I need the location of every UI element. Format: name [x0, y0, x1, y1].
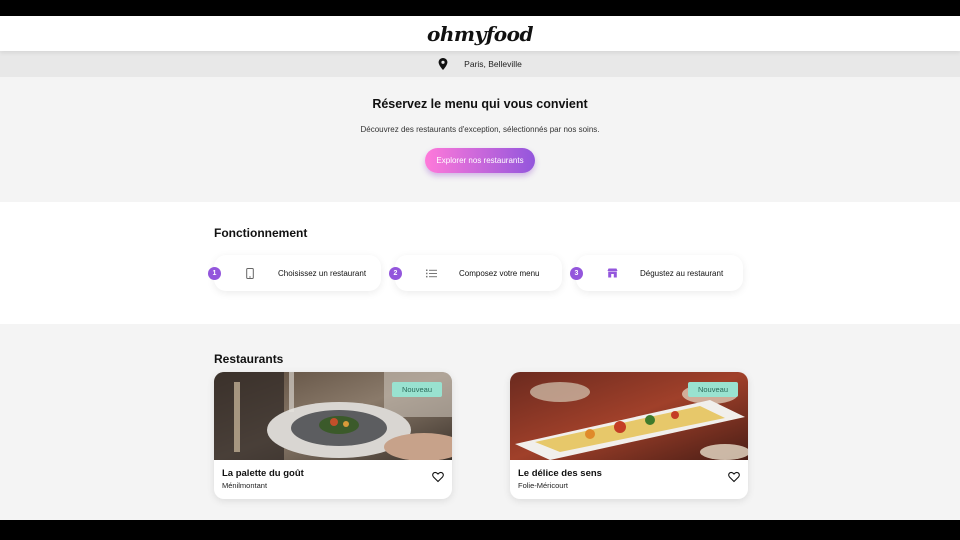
steps-list: 1 Choisissez un restaurant 2 Composez vo… [208, 255, 960, 291]
step-label: Composez votre menu [459, 268, 540, 278]
hero-title: Réservez le menu qui vous convient [372, 97, 588, 111]
explore-restaurants-button[interactable]: Explorer nos restaurants [425, 148, 535, 173]
restaurants-title: Restaurants [214, 352, 284, 366]
storefront-icon [606, 267, 618, 279]
step-compose-menu: 2 Composez votre menu [389, 255, 562, 291]
how-it-works-title: Fonctionnement [214, 226, 308, 240]
hero-subtitle: Découvrez des restaurants d'exception, s… [360, 125, 600, 134]
restaurant-name: La palette du goût [222, 468, 304, 479]
list-icon [425, 267, 437, 279]
card-body: La palette du goût Ménilmontant [214, 460, 452, 490]
restaurant-card[interactable]: Nouveau Le délice des sens Folie-Méricou… [510, 372, 748, 499]
mobile-phone-icon [244, 267, 256, 279]
restaurant-cards: Nouveau La palette du goût Ménilmontant [214, 372, 960, 499]
heart-icon[interactable] [728, 470, 740, 483]
site-header: ohmyfood [0, 16, 960, 51]
step-enjoy-restaurant: 3 Dégustez au restaurant [570, 255, 743, 291]
step-number: 2 [389, 267, 402, 280]
card-info: La palette du goût Ménilmontant [222, 468, 304, 490]
heart-icon[interactable] [432, 470, 444, 483]
location-text: Paris, Belleville [464, 59, 522, 69]
hero-section: Réservez le menu qui vous convient Décou… [0, 77, 960, 202]
restaurants-section: Restaurants Nouveau La palette du goût M… [0, 324, 960, 520]
restaurant-location: Folie-Méricourt [518, 481, 569, 490]
location-bar: Paris, Belleville [0, 51, 960, 77]
restaurant-name: Le délice des sens [518, 468, 602, 479]
step-label: Dégustez au restaurant [640, 268, 724, 278]
card-body: Le délice des sens Folie-Méricourt [510, 460, 748, 490]
map-pin-icon [438, 58, 448, 70]
step-number: 3 [570, 267, 583, 280]
new-badge: Nouveau [687, 382, 738, 397]
step-label: Choisissez un restaurant [278, 268, 367, 278]
restaurant-location: Ménilmontant [222, 481, 268, 490]
restaurant-card[interactable]: Nouveau La palette du goût Ménilmontant [214, 372, 452, 499]
new-badge: Nouveau [391, 382, 442, 397]
logo[interactable]: ohmyfood [427, 22, 533, 46]
page: ohmyfood Paris, Belleville Réservez le m… [0, 16, 960, 520]
how-it-works-section: Fonctionnement 1 Choisissez un restauran… [0, 202, 960, 324]
step-number: 1 [208, 267, 221, 280]
card-info: Le délice des sens Folie-Méricourt [518, 468, 602, 490]
plated-dish-photo: Nouveau [214, 372, 452, 460]
step-choose-restaurant: 1 Choisissez un restaurant [208, 255, 381, 291]
long-platter-photo: Nouveau [510, 372, 748, 460]
